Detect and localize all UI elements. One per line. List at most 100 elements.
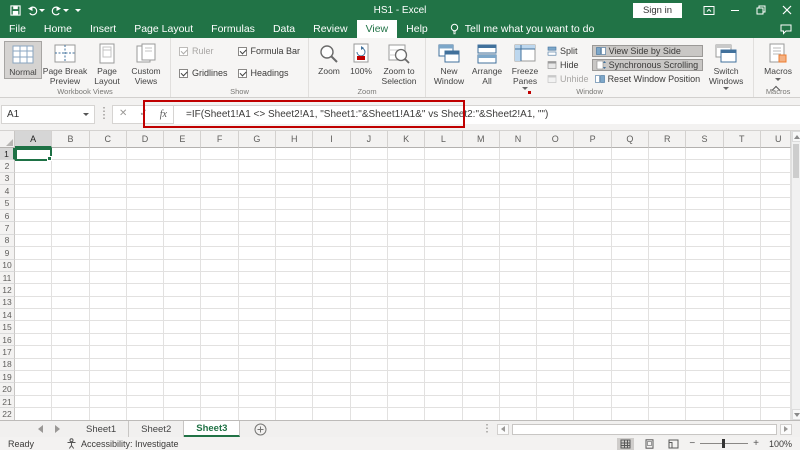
grid-cell-L15[interactable] xyxy=(425,321,462,333)
grid-cell-G14[interactable] xyxy=(239,309,276,321)
grid-cell-O13[interactable] xyxy=(537,297,574,309)
row-header-6[interactable]: 6 xyxy=(0,210,15,222)
grid-cell-R21[interactable] xyxy=(649,396,686,408)
grid-cell-S20[interactable] xyxy=(686,383,723,395)
grid-cell-K22[interactable] xyxy=(388,408,425,420)
column-header-N[interactable]: N xyxy=(500,131,537,148)
normal-view-button[interactable]: Normal xyxy=(4,41,42,79)
grid-cell-H2[interactable] xyxy=(276,160,313,172)
grid-cell-L11[interactable] xyxy=(425,272,462,284)
zoom-in-icon[interactable]: + xyxy=(753,439,759,449)
grid-cell-E9[interactable] xyxy=(164,247,201,259)
grid-cell-N17[interactable] xyxy=(500,346,537,358)
grid-cell-C13[interactable] xyxy=(90,297,127,309)
zoom-button[interactable]: Zoom xyxy=(313,41,345,77)
grid-cell-L7[interactable] xyxy=(425,222,462,234)
grid-cell-S21[interactable] xyxy=(686,396,723,408)
split-button[interactable]: Split xyxy=(544,45,592,57)
grid-cell-N22[interactable] xyxy=(500,408,537,420)
grid-cell-P17[interactable] xyxy=(574,346,611,358)
normal-view-toggle[interactable] xyxy=(617,438,634,450)
grid-cell-H17[interactable] xyxy=(276,346,313,358)
grid-cell-M16[interactable] xyxy=(463,334,500,346)
grid-cell-M13[interactable] xyxy=(463,297,500,309)
grid-cell-C19[interactable] xyxy=(90,371,127,383)
grid-cell-J9[interactable] xyxy=(351,247,388,259)
grid-cell-F5[interactable] xyxy=(201,198,238,210)
grid-cell-R1[interactable] xyxy=(649,148,686,160)
grid-cell-S19[interactable] xyxy=(686,371,723,383)
grid-cell-M14[interactable] xyxy=(463,309,500,321)
grid-cell-D3[interactable] xyxy=(127,173,164,185)
grid-cell-E8[interactable] xyxy=(164,235,201,247)
grid-cell-A2[interactable] xyxy=(15,160,52,172)
grid-cell-H19[interactable] xyxy=(276,371,313,383)
grid-cell-B6[interactable] xyxy=(52,210,89,222)
grid-cell-U20[interactable] xyxy=(761,383,791,395)
grid-cell-U12[interactable] xyxy=(761,284,791,296)
grid-cell-U2[interactable] xyxy=(761,160,791,172)
accessibility-status[interactable]: Accessibility: Investigate xyxy=(81,439,179,449)
grid-cell-F18[interactable] xyxy=(201,359,238,371)
grid-cell-D19[interactable] xyxy=(127,371,164,383)
grid-cell-P13[interactable] xyxy=(574,297,611,309)
enter-icon[interactable]: ✓ xyxy=(139,109,147,119)
synchronous-scrolling-toggle[interactable]: Synchronous Scrolling xyxy=(592,59,704,71)
zoom-slider[interactable]: − + xyxy=(689,439,759,449)
row-header-17[interactable]: 17 xyxy=(0,346,15,358)
grid-cell-N3[interactable] xyxy=(500,173,537,185)
grid-cell-K8[interactable] xyxy=(388,235,425,247)
grid-cell-G13[interactable] xyxy=(239,297,276,309)
grid-cell-A1[interactable] xyxy=(15,148,52,160)
grid-cell-S9[interactable] xyxy=(686,247,723,259)
grid-cell-Q12[interactable] xyxy=(612,284,649,296)
grid-cell-S14[interactable] xyxy=(686,309,723,321)
grid-cell-U4[interactable] xyxy=(761,185,791,197)
grid-cell-Q15[interactable] xyxy=(612,321,649,333)
tab-help[interactable]: Help xyxy=(397,20,437,38)
grid-cell-R12[interactable] xyxy=(649,284,686,296)
grid-cell-C14[interactable] xyxy=(90,309,127,321)
undo-button[interactable] xyxy=(27,5,45,16)
row-header-15[interactable]: 15 xyxy=(0,321,15,333)
grid-cell-T17[interactable] xyxy=(724,346,761,358)
grid-cell-U3[interactable] xyxy=(761,173,791,185)
grid-cell-D10[interactable] xyxy=(127,260,164,272)
grid-cell-P6[interactable] xyxy=(574,210,611,222)
row-header-2[interactable]: 2 xyxy=(0,160,15,172)
grid-cell-M6[interactable] xyxy=(463,210,500,222)
grid-cell-S3[interactable] xyxy=(686,173,723,185)
grid-cell-K16[interactable] xyxy=(388,334,425,346)
grid-cell-C4[interactable] xyxy=(90,185,127,197)
grid-cell-R14[interactable] xyxy=(649,309,686,321)
grid-cell-J3[interactable] xyxy=(351,173,388,185)
grid-cell-O11[interactable] xyxy=(537,272,574,284)
grid-cell-K21[interactable] xyxy=(388,396,425,408)
grid-cell-O10[interactable] xyxy=(537,260,574,272)
row-header-19[interactable]: 19 xyxy=(0,371,15,383)
cancel-icon[interactable]: ✕ xyxy=(119,109,127,119)
grid-cell-H12[interactable] xyxy=(276,284,313,296)
grid-cell-I4[interactable] xyxy=(313,185,350,197)
grid-cell-T1[interactable] xyxy=(724,148,761,160)
grid-cell-L19[interactable] xyxy=(425,371,462,383)
grid-cell-O19[interactable] xyxy=(537,371,574,383)
grid-cell-S10[interactable] xyxy=(686,260,723,272)
grid-cell-N7[interactable] xyxy=(500,222,537,234)
grid-cell-B13[interactable] xyxy=(52,297,89,309)
grid-cell-R10[interactable] xyxy=(649,260,686,272)
sign-in-button[interactable]: Sign in xyxy=(633,3,682,18)
grid-cell-S6[interactable] xyxy=(686,210,723,222)
grid-cell-F6[interactable] xyxy=(201,210,238,222)
grid-cell-C11[interactable] xyxy=(90,272,127,284)
switch-windows-button[interactable]: Switch Windows xyxy=(703,41,749,90)
grid-cell-K19[interactable] xyxy=(388,371,425,383)
grid-cell-M22[interactable] xyxy=(463,408,500,420)
grid-cell-N20[interactable] xyxy=(500,383,537,395)
grid-cell-U18[interactable] xyxy=(761,359,791,371)
grid-cell-J16[interactable] xyxy=(351,334,388,346)
grid-cell-O4[interactable] xyxy=(537,185,574,197)
grid-cell-D1[interactable] xyxy=(127,148,164,160)
grid-cell-M1[interactable] xyxy=(463,148,500,160)
column-header-M[interactable]: M xyxy=(463,131,500,148)
